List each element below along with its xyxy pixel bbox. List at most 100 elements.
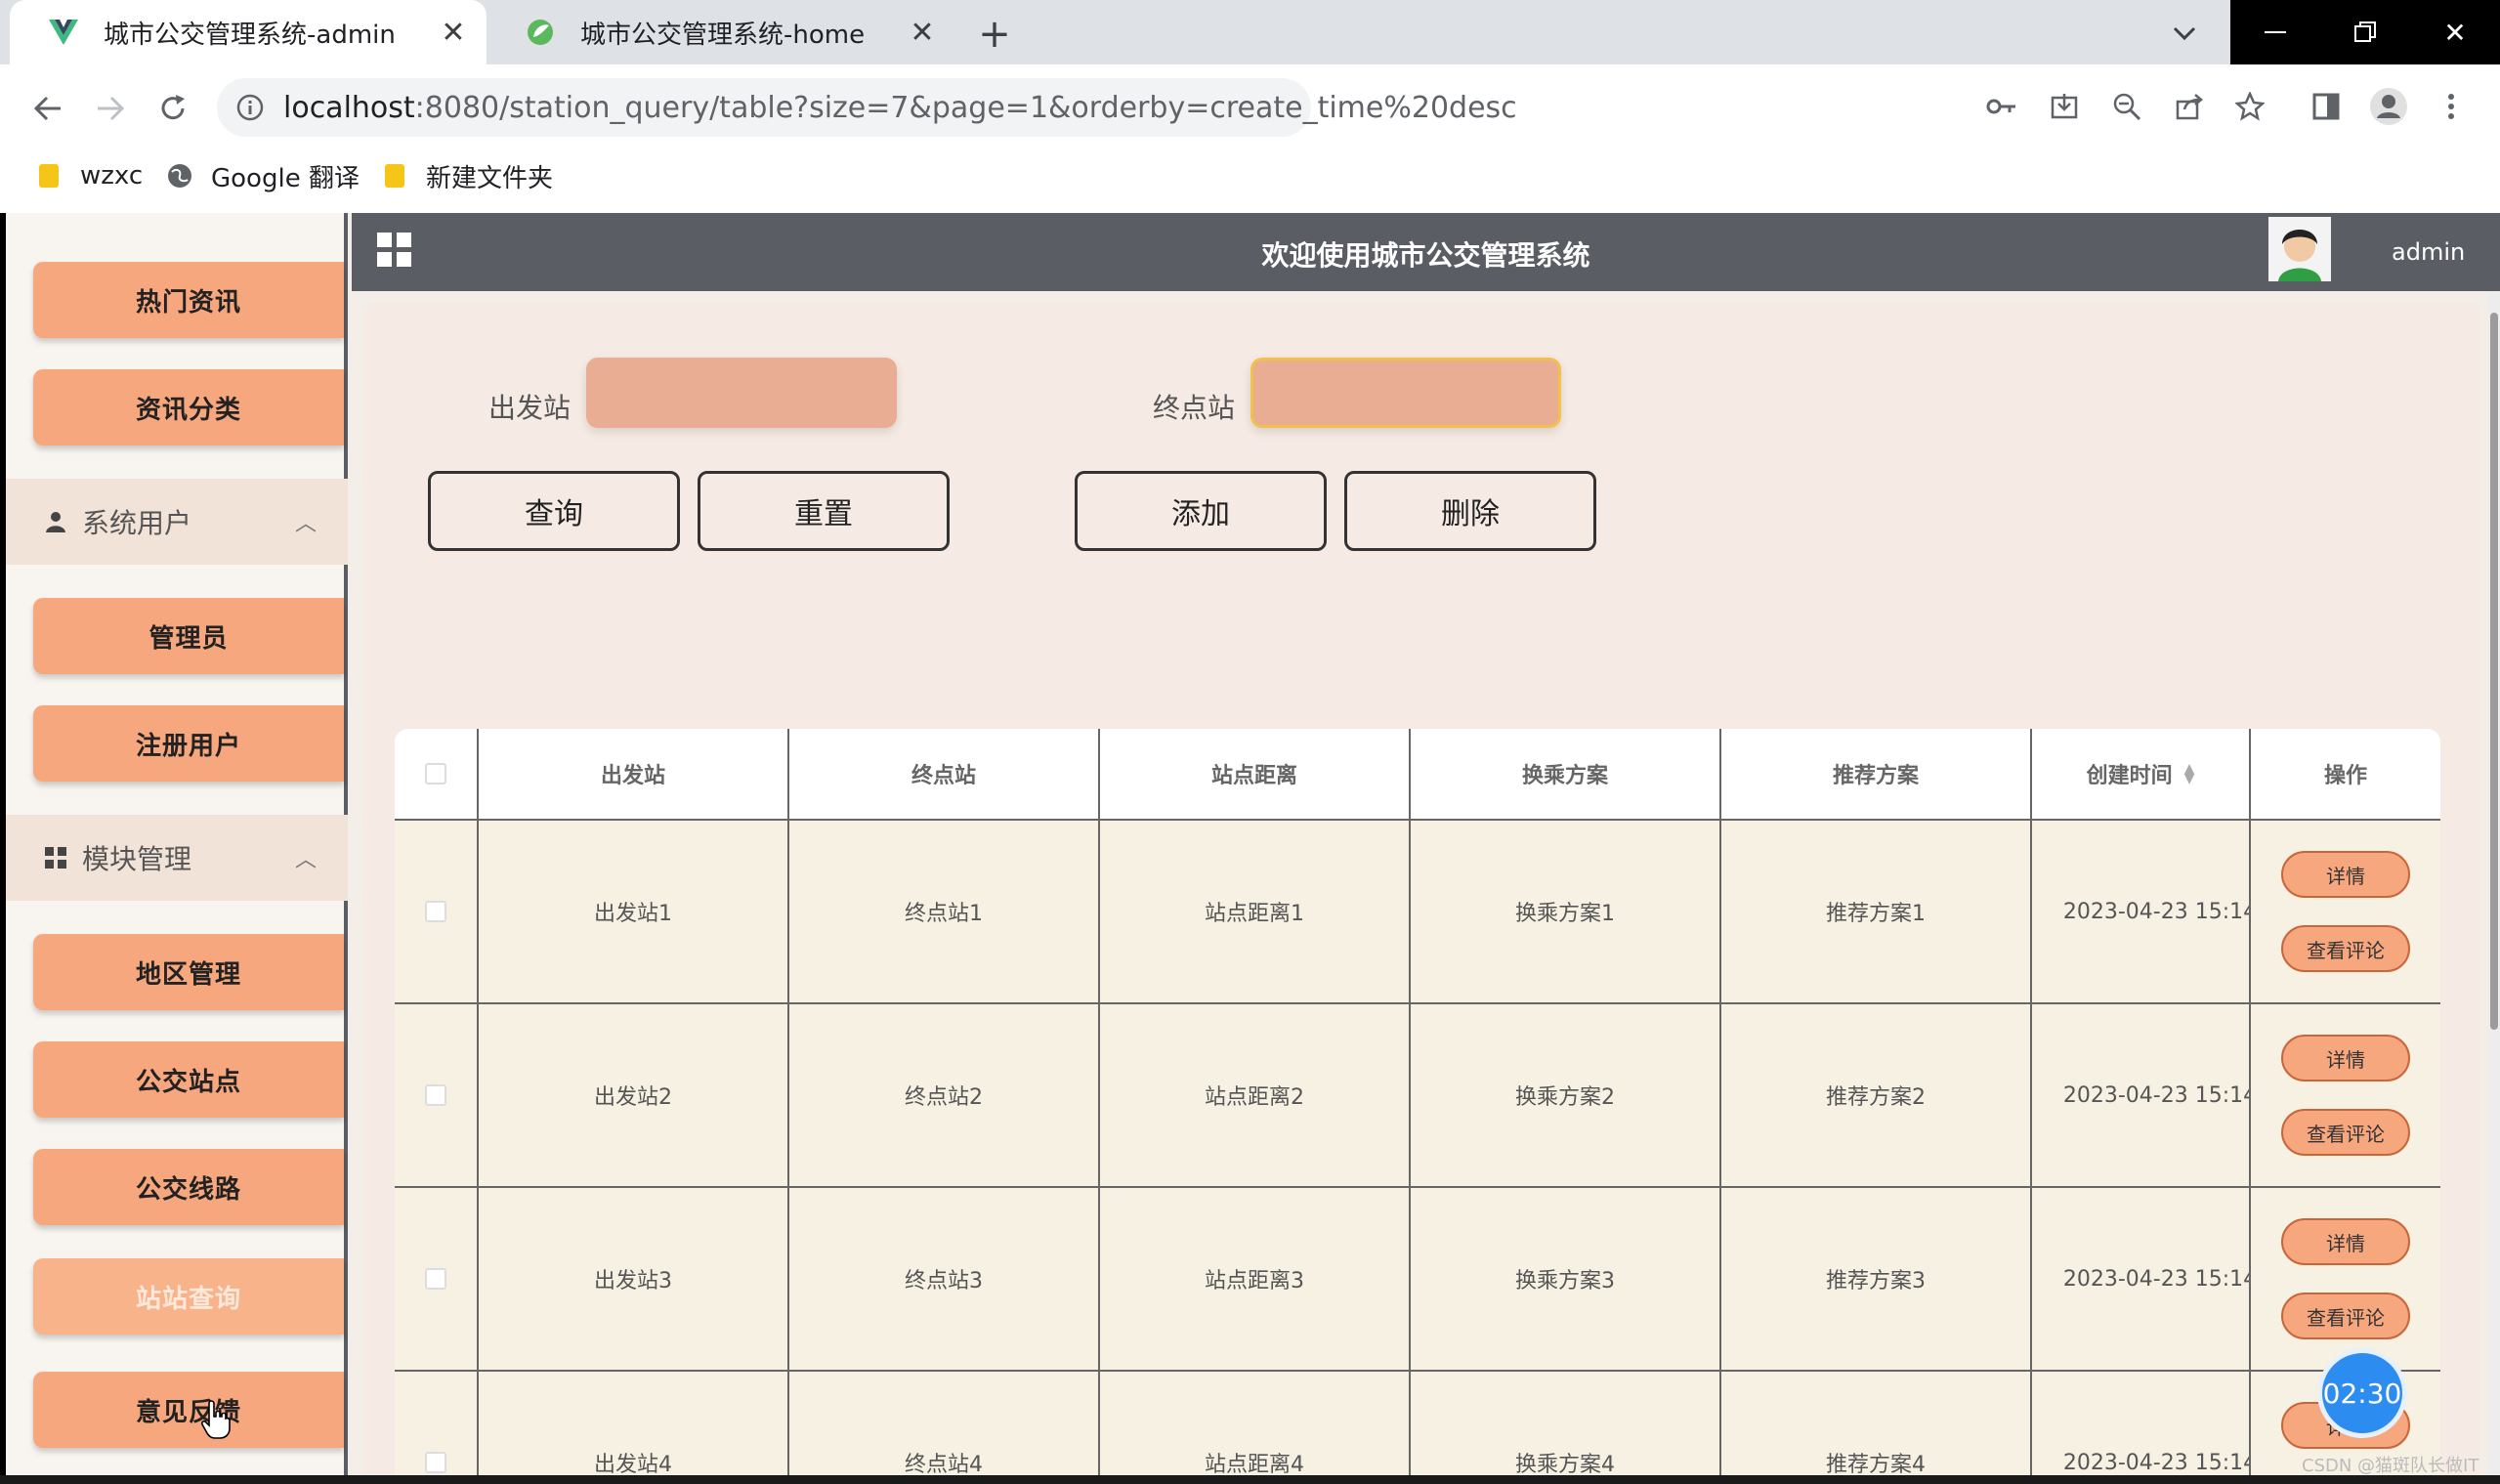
menu-hot-news[interactable]: 热门资讯 <box>33 262 344 338</box>
chevron-down-icon[interactable] <box>2163 12 2206 55</box>
page-title: 欢迎使用城市公交管理系统 <box>1261 239 1590 272</box>
close-tab-icon[interactable]: ✕ <box>903 13 942 52</box>
view-comments-button[interactable]: 查看评论 <box>2281 925 2410 972</box>
info-icon[interactable] <box>236 94 264 121</box>
chevron-up-icon: ︿ <box>294 512 317 536</box>
scrollbar-thumb[interactable] <box>2490 313 2498 1030</box>
row-checkbox[interactable] <box>425 901 446 922</box>
cell-distance: 站点距离1 <box>1100 821 1411 1002</box>
cell-ops: 详情 查看评论 <box>2251 1004 2440 1186</box>
new-tab-icon[interactable]: + <box>973 12 1016 57</box>
profile-icon[interactable] <box>2366 84 2411 129</box>
group-label: 系统用户 <box>82 507 192 539</box>
query-button[interactable]: 查询 <box>428 471 680 551</box>
back-icon[interactable] <box>23 84 72 133</box>
cell-end: 终点站1 <box>789 821 1100 1002</box>
detail-button[interactable]: 详情 <box>2281 1035 2410 1081</box>
menu-station-query[interactable]: 站站查询 <box>33 1258 344 1335</box>
end-station-label: 终点站 <box>1153 392 1236 424</box>
tab-admin[interactable]: 城市公交管理系统-admin ✕ <box>10 0 487 64</box>
menu-admin[interactable]: 管理员 <box>33 598 344 674</box>
vue-logo-icon <box>49 18 78 47</box>
view-comments-button[interactable]: 查看评论 <box>2281 1109 2410 1156</box>
tab-title: 城市公交管理系统-home <box>580 20 866 50</box>
table-row: 出发站3 终点站3 站点距离3 换乘方案3 推荐方案3 2023-04-23 1… <box>395 1188 2440 1372</box>
share-icon[interactable] <box>2167 84 2212 129</box>
group-module-management[interactable]: 模块管理 ︿ <box>6 815 348 901</box>
url-text: localhost:8080/station_query/table?size=… <box>283 90 1517 125</box>
close-tab-icon[interactable]: ✕ <box>434 13 473 52</box>
bookmark-wzxc[interactable]: wzxc <box>35 158 143 193</box>
folder-icon <box>385 164 404 188</box>
cell-time: 2023-04-23 15:14 <box>2032 1188 2251 1370</box>
start-station-input[interactable] <box>586 358 897 428</box>
select-all-checkbox[interactable] <box>425 763 446 784</box>
main-content: 出发站 终点站 查询 重置 添加 删除 出发站 终点站 站点距离 换乘方案 推荐… <box>363 303 2479 1475</box>
install-icon[interactable] <box>2042 84 2087 129</box>
forward-icon[interactable] <box>86 84 135 133</box>
address-bar[interactable]: localhost:8080/station_query/table?size=… <box>217 78 1517 137</box>
row-checkbox[interactable] <box>425 1084 446 1106</box>
menu-feedback[interactable]: 意见反馈 <box>33 1372 344 1448</box>
bookmark-google-translate[interactable]: Google 翻译 <box>166 158 360 193</box>
more-menu-icon[interactable] <box>2429 84 2474 129</box>
key-icon[interactable] <box>1979 84 2024 129</box>
close-window-icon[interactable]: ✕ <box>2410 0 2500 64</box>
row-checkbox-cell <box>395 1372 479 1475</box>
menu-region-management[interactable]: 地区管理 <box>33 934 344 1010</box>
sort-icon[interactable]: ▲ ▼ <box>2184 762 2195 785</box>
cell-start: 出发站2 <box>479 1004 789 1186</box>
sidebar: 热门资讯 资讯分类 系统用户 ︿ 管理员 注册用户 模块管理 ︿ 地区管理 公交… <box>6 213 348 1475</box>
menu-news-category[interactable]: 资讯分类 <box>33 369 344 445</box>
cell-time: 2023-04-23 15:14 <box>2032 1372 2251 1475</box>
cell-end: 终点站2 <box>789 1004 1100 1186</box>
detail-button[interactable]: 详情 <box>2281 1218 2410 1265</box>
row-checkbox[interactable] <box>425 1268 446 1290</box>
end-station-input[interactable] <box>1250 358 1561 428</box>
minimize-icon[interactable] <box>2230 0 2320 64</box>
column-header: 推荐方案 <box>1721 729 2032 819</box>
cell-time: 2023-04-23 15:14 <box>2032 821 2251 1002</box>
column-header-created-time[interactable]: 创建时间 ▲ ▼ <box>2032 729 2251 819</box>
page-scrollbar[interactable] <box>2488 293 2500 1475</box>
avatar[interactable] <box>2268 217 2331 281</box>
side-panel-icon[interactable] <box>2304 84 2349 129</box>
cell-recommend: 推荐方案3 <box>1721 1188 2032 1370</box>
view-comments-button[interactable]: 查看评论 <box>2281 1293 2410 1339</box>
station-table: 出发站 终点站 站点距离 换乘方案 推荐方案 创建时间 ▲ ▼ 操作 出发站1 终… <box>395 729 2440 1475</box>
folder-icon <box>39 164 59 188</box>
row-checkbox[interactable] <box>425 1452 446 1473</box>
menu-bus-routes[interactable]: 公交线路 <box>33 1149 344 1225</box>
cell-distance: 站点距离2 <box>1100 1004 1411 1186</box>
restore-icon[interactable] <box>2320 0 2410 64</box>
chevron-up-icon: ︿ <box>294 848 317 872</box>
cell-transfer: 换乘方案3 <box>1411 1188 1721 1370</box>
group-system-users[interactable]: 系统用户 ︿ <box>6 479 348 565</box>
table-row: 出发站4 终点站4 站点距离4 换乘方案4 推荐方案4 2023-04-23 1… <box>395 1372 2440 1475</box>
cell-transfer: 换乘方案2 <box>1411 1004 1721 1186</box>
row-checkbox-cell <box>395 1188 479 1370</box>
timer-badge[interactable]: 02:30 <box>2317 1348 2407 1438</box>
globe-icon <box>168 164 191 188</box>
reset-button[interactable]: 重置 <box>698 471 950 551</box>
menu-registered-users[interactable]: 注册用户 <box>33 705 344 782</box>
menu-bus-stations[interactable]: 公交站点 <box>33 1041 344 1118</box>
zoom-icon[interactable] <box>2104 84 2149 129</box>
cell-distance: 站点距离4 <box>1100 1372 1411 1475</box>
leaf-logo-icon <box>526 18 555 47</box>
tab-bar: 城市公交管理系统-admin ✕ 城市公交管理系统-home ✕ + ✕ <box>0 0 2500 64</box>
tab-title: 城市公交管理系统-admin <box>104 20 396 50</box>
table-row: 出发站1 终点站1 站点距离1 换乘方案1 推荐方案1 2023-04-23 1… <box>395 821 2440 1004</box>
cell-recommend: 推荐方案2 <box>1721 1004 2032 1186</box>
app-root: 热门资讯 资讯分类 系统用户 ︿ 管理员 注册用户 模块管理 ︿ 地区管理 公交… <box>6 213 2500 1475</box>
tab-home[interactable]: 城市公交管理系统-home ✕ <box>487 0 955 64</box>
star-icon[interactable] <box>2227 84 2272 129</box>
reload-icon[interactable] <box>148 84 197 133</box>
username[interactable]: admin <box>2392 238 2465 266</box>
table-header: 出发站 终点站 站点距离 换乘方案 推荐方案 创建时间 ▲ ▼ 操作 <box>395 729 2440 821</box>
add-button[interactable]: 添加 <box>1075 471 1327 551</box>
bookmark-new-folder[interactable]: 新建文件夹 <box>381 158 553 193</box>
detail-button[interactable]: 详情 <box>2281 851 2410 898</box>
delete-button[interactable]: 删除 <box>1344 471 1596 551</box>
start-station-label: 出发站 <box>488 392 572 424</box>
